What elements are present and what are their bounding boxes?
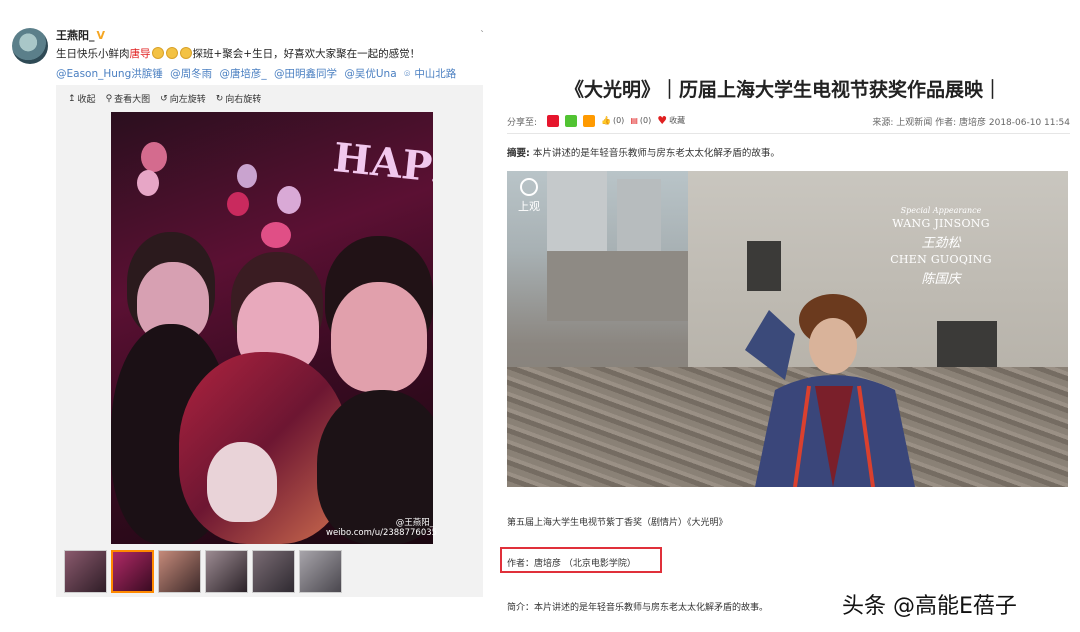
brief-line: 简介：本片讲述的是年轻音乐教师与房东老太太化解矛盾的故事。 — [507, 603, 769, 613]
location-pin-icon: ⌾ — [404, 68, 411, 80]
emoji-icon — [151, 47, 164, 59]
plus-share-icon[interactable] — [583, 114, 595, 127]
article-title: 《大光明》｜历届上海大学生电视节获奖作品展映｜ — [565, 79, 1003, 101]
post-text: 生日快乐小鲜肉唐导 探班+聚会+生日，好喜欢大家聚在一起的感觉！ — [56, 46, 420, 61]
special-appearance: Special Appearance — [900, 206, 982, 215]
thumbnail[interactable] — [205, 550, 248, 593]
actor-signature: 王劲松 — [921, 236, 961, 251]
corner-mark: ˋ — [480, 30, 485, 41]
mention-link[interactable]: @田明鑫同学 — [274, 68, 337, 80]
photo-watermark: @王燕阳_ weibo.com/u/2388776035 — [326, 516, 438, 538]
image-caption: 第五届上海大学生电视节紫丁香奖（剧情片）《大光明》 — [507, 518, 728, 528]
weibo-share-icon[interactable] — [547, 114, 559, 127]
thumbs-up-icon: 👍 — [601, 116, 611, 125]
watermark-name: @王燕阳_ — [395, 518, 434, 528]
thumbnail-selected[interactable] — [111, 550, 154, 593]
summary-label: 摘要: — [507, 148, 530, 159]
thumbnail[interactable] — [158, 550, 201, 593]
favorite-button[interactable]: ♥ 收藏 — [657, 114, 685, 127]
thumbnail[interactable] — [252, 550, 295, 593]
share-label: 分享至: — [507, 118, 538, 128]
logo-text: 上观 — [518, 200, 540, 213]
actor-name: WANG JINSONG — [892, 217, 990, 230]
like-button[interactable]: 👍 (0) — [601, 116, 624, 125]
window — [747, 241, 781, 291]
balloon — [237, 164, 257, 188]
username[interactable]: 王燕阳_ V — [56, 27, 105, 43]
view-large-button[interactable]: ⚲ 查看大图 — [105, 92, 151, 106]
balloon — [261, 222, 291, 248]
rotate-left-label: 向左旋转 — [169, 95, 206, 105]
old-house — [547, 251, 697, 321]
comment-icon: ▤ — [630, 116, 638, 125]
username-text[interactable]: 王燕阳_ — [56, 29, 95, 42]
verified-icon: V — [96, 29, 106, 42]
emoji-icon — [179, 47, 192, 59]
film-credits: Special Appearance WANG JINSONG 王劲松 CHEN… — [866, 206, 1016, 287]
article-meta: 分享至: 👍 (0) ▤ (0) ♥ 收藏 来源: 上观新闻 作者: 唐培彦 2018… — [507, 114, 1070, 128]
image-toolbar: ↥ 收起 ⚲ 查看大图 ↺ 向左旋转 ↻ 向右旋转 — [68, 92, 262, 106]
rotate-right-icon: ↻ — [215, 93, 224, 104]
emoji-icon — [165, 47, 178, 59]
magnifier-icon: ⚲ — [105, 93, 113, 104]
channel-logo: 上观 — [518, 178, 540, 214]
rotate-left-button[interactable]: ↺ 向左旋转 — [160, 92, 206, 106]
wechat-share-icon[interactable] — [565, 114, 577, 127]
balloon — [277, 186, 301, 214]
thumbnail[interactable] — [299, 550, 342, 593]
post-photo[interactable]: HAPPY — [111, 112, 433, 544]
mention-link[interactable]: @吴优Una — [344, 68, 396, 80]
source-author-date: 来源: 上观新闻 作者: 唐培彦 2018-06-10 11:54 — [872, 118, 1070, 128]
balloon — [141, 142, 167, 172]
shirt-print — [207, 442, 277, 522]
rotate-right-button[interactable]: ↻ 向右旋转 — [215, 92, 262, 106]
avatar[interactable] — [12, 28, 48, 64]
mention-link[interactable]: @Eason_Hung洪膑锤 — [56, 68, 163, 80]
actress-face — [809, 318, 857, 374]
rotate-right-label: 向右旋转 — [225, 95, 262, 105]
like-count: (0) — [612, 116, 625, 125]
actor-signature: 陈国庆 — [921, 272, 961, 287]
collapse-icon: ↥ — [68, 93, 76, 104]
balloon — [137, 170, 159, 196]
collapse-label: 收起 — [77, 95, 96, 105]
author-line: 作者：唐培彦 （北京电影学院） — [507, 559, 636, 569]
summary: 摘要: 本片讲述的是年轻音乐教师与房东老太太化解矛盾的故事。 — [507, 145, 780, 159]
heart-icon: ♥ — [657, 114, 668, 127]
post-text-highlight: 唐导 — [129, 48, 151, 60]
rotate-left-icon: ↺ — [160, 93, 168, 104]
view-large-label: 查看大图 — [114, 95, 151, 105]
balloon-letters: HAPPY — [330, 133, 433, 198]
balloon — [227, 192, 249, 216]
thumbnail[interactable] — [64, 550, 107, 593]
weibo-post: 王燕阳_ V 生日快乐小鲜肉唐导 探班+聚会+生日，好喜欢大家聚在一起的感觉！ @E… — [0, 0, 487, 632]
post-text-part: 生日快乐小鲜肉 — [56, 48, 130, 60]
person-face — [331, 282, 427, 392]
comment-count: (0) — [639, 116, 652, 125]
thumbnail-strip — [64, 550, 342, 593]
watermark-url: weibo.com/u/2388776035 — [326, 528, 438, 538]
mentions-row: @Eason_Hung洪膑锤 @周冬雨 @唐培彦_ @田明鑫同学 @吴优Una … — [56, 66, 460, 81]
comment-button[interactable]: ▤ (0) — [630, 116, 651, 125]
actress-arm — [745, 310, 795, 380]
favorite-label: 收藏 — [669, 116, 686, 125]
location-link[interactable]: 中山北路 — [414, 68, 456, 80]
actress-figure — [745, 294, 915, 487]
summary-text: 本片讲述的是年轻音乐教师与房东老太太化解矛盾的故事。 — [532, 148, 780, 159]
divider — [507, 133, 1070, 134]
mention-link[interactable]: @唐培彦_ — [219, 68, 266, 80]
share-icons: 👍 (0) ▤ (0) ♥ 收藏 — [547, 114, 685, 127]
actor-name: CHEN GUOQING — [890, 253, 992, 266]
mention-link[interactable]: @周冬雨 — [170, 68, 212, 80]
collapse-button[interactable]: ↥ 收起 — [68, 92, 96, 106]
post-text-part: 探班+聚会+生日，好喜欢大家聚在一起的感觉！ — [192, 48, 421, 60]
logo-mark-icon — [520, 178, 538, 196]
source-credit: 头条 @高能E蓓子 — [842, 594, 1017, 619]
